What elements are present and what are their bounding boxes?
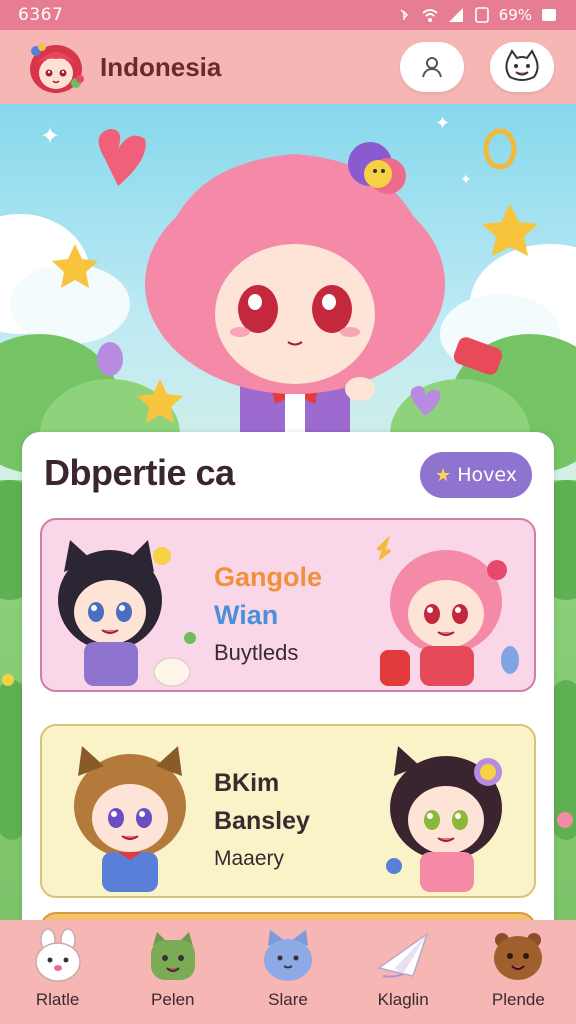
battery-icon [542,9,556,21]
bunny-icon [34,928,81,982]
app-header: Indonesia [0,30,576,104]
app-title: Indonesia [100,51,222,82]
blue-cat-icon [263,930,312,981]
nav-item-rlatle[interactable]: Rlatle [3,928,113,1010]
nav-label: Klaglin [377,990,429,1009]
nav-item-slare[interactable]: Slare [233,928,343,1010]
entry-detail: Buytleds [214,640,299,665]
svg-text:✦: ✦ [460,172,472,188]
wifi-icon [422,9,438,22]
sim-icon [474,7,489,23]
profile-icon [422,57,442,78]
signal-icon [448,8,463,22]
entry-subname: Bansley [214,807,310,835]
battery-percent: 69% [498,6,532,24]
anime-girl-avatar-icon[interactable] [22,35,90,99]
hovex-button-label: Hovex [457,464,517,486]
star-icon: ★ [435,464,452,486]
svg-text:✦: ✦ [435,113,450,134]
entry-text: BKim Bansley Maaery [214,764,310,878]
bluetooth-icon [400,9,408,20]
list-item[interactable]: BKim Bansley Maaery [40,724,536,898]
nav-label: Pelen [151,990,195,1009]
profile-button[interactable] [400,42,464,92]
nav-label: Plende [491,990,545,1009]
nav-label: Rlatle [35,990,80,1009]
cat-face-button[interactable] [490,42,554,92]
nav-item-plende[interactable]: Plende [463,928,573,1010]
paper-plane-icon [377,932,429,978]
list-item[interactable]: Gangole Wian Buytleds [40,518,536,692]
hovex-button[interactable]: ★ Hovex [420,452,532,498]
brown-bear-icon [494,933,543,980]
entry-subname: Wian [214,600,279,630]
card-title: Dbpertie ca [44,452,235,493]
status-bar: 6367 69% [0,0,576,30]
nav-item-klaglin[interactable]: Klaglin [348,928,458,1010]
bottom-nav: Rlatle Pelen Slare Klaglin Plende [0,920,576,1024]
status-time: 6367 [18,5,64,25]
entry-text: Gangole Wian Buytleds [214,558,322,672]
cat-face-icon [505,49,539,81]
entry-name: BKim [214,769,280,797]
svg-text:✦: ✦ [40,122,60,150]
entry-detail: Maaery [214,847,285,870]
status-icons: 69% [395,6,558,24]
entry-name: Gangole [214,562,323,592]
nav-label: Slare [268,990,308,1009]
content-card: Dbpertie ca ★ Hovex Gangole Wian Buytled… [22,432,554,952]
nav-item-pelen[interactable]: Pelen [118,928,228,1010]
green-cat-icon [150,932,195,980]
